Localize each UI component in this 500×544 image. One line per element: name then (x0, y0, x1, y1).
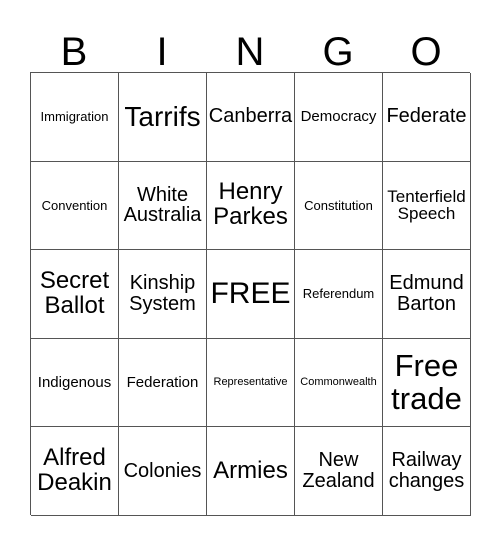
bingo-cell-label: Convention (41, 197, 108, 213)
bingo-cell[interactable]: Federation (119, 338, 207, 428)
bingo-cell-label: Constitution (304, 197, 373, 213)
bingo-cell[interactable]: Convention (31, 161, 119, 251)
bingo-cell-label: Referendum (302, 286, 375, 302)
bingo-cell-label: Federation (126, 373, 199, 391)
bingo-cell-label: Armies (213, 456, 288, 484)
bingo-cell[interactable]: Kinship System (119, 250, 207, 339)
bingo-cell[interactable]: Railway changes (383, 427, 471, 516)
header-letter-i: I (156, 30, 168, 74)
bingo-cell[interactable]: Secret Ballot (31, 250, 119, 339)
bingo-cell-label: Tarrifs (124, 101, 201, 133)
bingo-cell-label: Representative (213, 375, 288, 388)
bingo-cell-label: Henry Parkes (213, 178, 288, 231)
bingo-cell[interactable]: Henry Parkes (207, 161, 295, 251)
bingo-cell-label: Tenterfield Speech (387, 186, 466, 224)
bingo-cell[interactable]: New Zealand (295, 427, 383, 516)
bingo-cell-label: Edmund Barton (389, 272, 464, 315)
bingo-cell-label: Free trade (391, 348, 462, 416)
bingo-cell-label: Railway changes (388, 449, 465, 493)
bingo-cell[interactable]: Free trade (383, 338, 471, 428)
bingo-cell-label: Kinship System (129, 272, 196, 315)
header-letter-b: B (60, 30, 88, 74)
bingo-cell-label: Colonies (123, 459, 202, 482)
bingo-cell[interactable]: White Australia (119, 161, 207, 251)
bingo-cell[interactable]: Constitution (295, 161, 383, 251)
bingo-cell[interactable]: Indigenous (31, 338, 119, 428)
bingo-cell[interactable]: Canberra (207, 73, 295, 162)
bingo-cell-label: Democracy (300, 108, 377, 125)
bingo-cell[interactable]: Federate (383, 73, 471, 162)
bingo-card: B I N G O Immigration Tarrifs Canberra Demo… (0, 0, 500, 544)
bingo-cell[interactable]: Alfred Deakin (31, 427, 119, 516)
bingo-header: B I N G O (30, 14, 470, 72)
bingo-cell-label: Immigration (40, 109, 109, 125)
bingo-cell-label: New Zealand (302, 449, 375, 493)
bingo-cell-label: Alfred Deakin (37, 444, 112, 497)
header-letter-g: G (322, 30, 354, 74)
bingo-cell[interactable]: Commonwealth (295, 338, 383, 428)
bingo-cell[interactable]: Democracy (295, 73, 383, 162)
bingo-cell-label: Federate (386, 105, 467, 128)
bingo-cell[interactable]: Colonies (119, 427, 207, 516)
bingo-cell-label: FREE (210, 277, 291, 311)
bingo-cell-free[interactable]: FREE (207, 250, 295, 339)
bingo-cell[interactable]: Referendum (295, 250, 383, 339)
bingo-cell-label: Commonwealth (300, 375, 377, 388)
bingo-cell[interactable]: Armies (207, 427, 295, 516)
bingo-cell-label: Secret Ballot (39, 267, 110, 319)
header-letter-n: N (235, 30, 265, 74)
bingo-cell[interactable]: Tarrifs (119, 73, 207, 162)
bingo-cell[interactable]: Immigration (31, 73, 119, 162)
bingo-cell-label: White Australia (123, 183, 202, 227)
bingo-grid: Immigration Tarrifs Canberra Democracy Feder… (30, 72, 471, 516)
bingo-cell-label: Indigenous (37, 373, 112, 391)
bingo-cell[interactable]: Tenterfield Speech (383, 161, 471, 251)
bingo-cell[interactable]: Representative (207, 338, 295, 428)
bingo-cell-label: Canberra (208, 105, 293, 128)
bingo-cell[interactable]: Edmund Barton (383, 250, 471, 339)
header-letter-o: O (410, 30, 442, 74)
